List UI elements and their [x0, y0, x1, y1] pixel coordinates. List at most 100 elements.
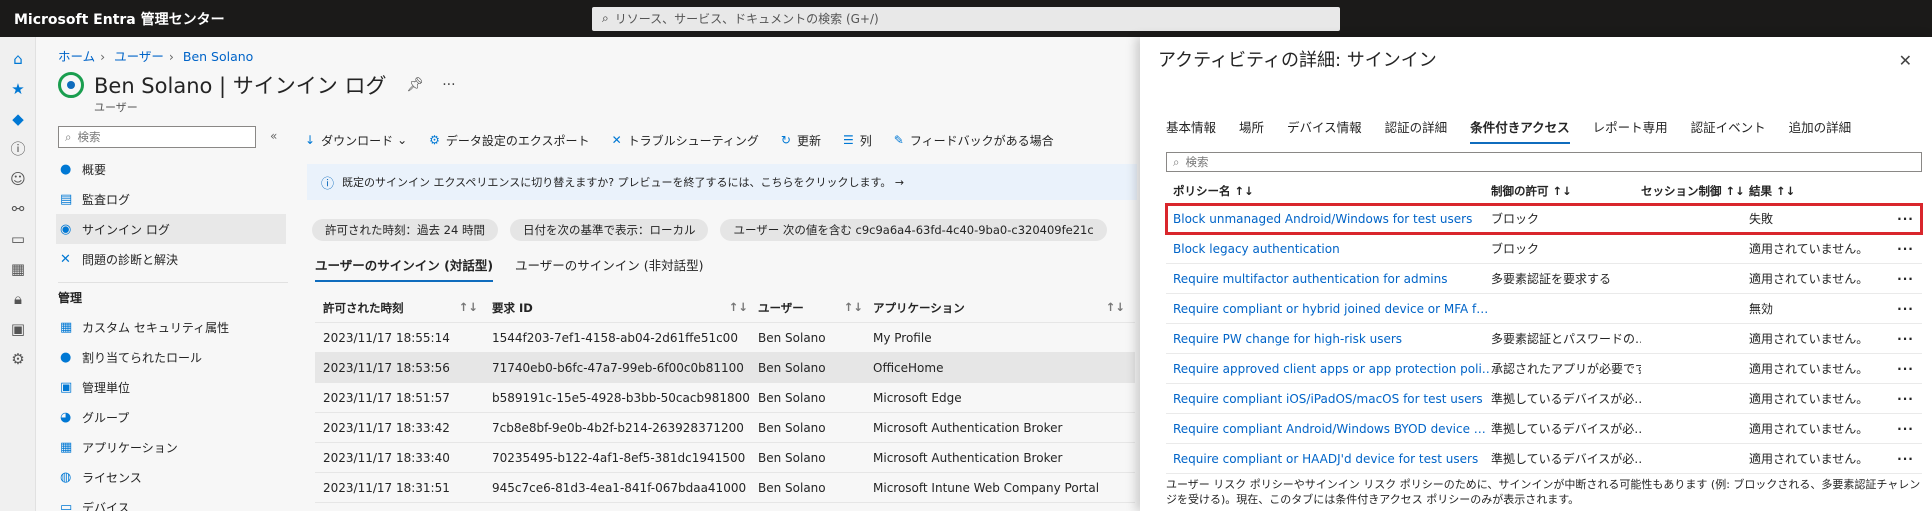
download-button[interactable]: ↓ ダウンロード ⌄: [305, 132, 407, 149]
more-icon[interactable]: ···: [1889, 392, 1922, 406]
tab-auth-events[interactable]: 認証イベント: [1691, 117, 1766, 144]
identity-icon[interactable]: ◆: [0, 111, 36, 127]
table-row[interactable]: 2023/11/17 18:51:57 b589191c-15e5-4928-b3…: [315, 383, 1135, 413]
tab-location[interactable]: 場所: [1239, 117, 1264, 144]
tab-additional-details[interactable]: 追加の詳細: [1789, 117, 1852, 144]
nav-item-label: グループ: [82, 410, 130, 425]
policy-link[interactable]: Require compliant or HAADJ'd device for …: [1166, 452, 1491, 466]
filter-time[interactable]: 許可された時刻：過去 24 時間: [312, 219, 498, 241]
favorites-icon[interactable]: ★: [0, 81, 36, 97]
more-icon[interactable]: ···: [442, 77, 455, 93]
policy-link[interactable]: Require approved client apps or app prot…: [1166, 362, 1491, 376]
nav-item-custom-attributes[interactable]: ▦ カスタム セキュリティ属性: [58, 312, 288, 342]
tab-basic-info[interactable]: 基本情報: [1166, 117, 1216, 144]
close-icon[interactable]: ✕: [1899, 51, 1912, 70]
feedback-button[interactable]: ✎ フィードバックがある場合: [894, 132, 1054, 149]
breadcrumb-home[interactable]: ホーム: [58, 49, 95, 64]
policy-link[interactable]: Require PW change for high-risk users: [1166, 332, 1491, 346]
nav-item-audit-logs[interactable]: ▤ 監査ログ: [58, 184, 288, 214]
admin-units-icon: ▣: [60, 379, 73, 395]
id-card-icon[interactable]: ▣: [0, 321, 36, 337]
columns-button[interactable]: ☰ 列: [843, 132, 872, 149]
collapse-menu-icon[interactable]: «: [270, 129, 277, 143]
more-icon[interactable]: ···: [1889, 272, 1922, 286]
nav-item-devices[interactable]: ▭ デバイス: [58, 492, 288, 511]
nav-item-overview[interactable]: ● 概要: [58, 154, 288, 184]
nav-item-diagnose[interactable]: ✕ 問題の診断と解決: [58, 244, 288, 274]
policy-search-input[interactable]: ⌕ 検索: [1166, 152, 1922, 172]
policy-row[interactable]: Require compliant iOS/iPadOS/macOS for t…: [1166, 384, 1922, 414]
tab-auth-details[interactable]: 認証の詳細: [1385, 117, 1448, 144]
nav-item-signin-logs[interactable]: ◉ サインイン ログ: [56, 214, 286, 244]
network-icon[interactable]: ⚯: [0, 201, 36, 217]
preview-info-banner[interactable]: ⓘ 既定のサインイン エクスペリエンスに切り替えますか? プレビューを終了するに…: [307, 164, 1137, 200]
policy-row-highlighted[interactable]: Block unmanaged Android/Windows for test…: [1165, 203, 1923, 235]
more-icon[interactable]: ···: [1889, 242, 1922, 256]
policy-link[interactable]: Block legacy authentication: [1166, 242, 1491, 256]
policy-link[interactable]: Block unmanaged Android/Windows for test…: [1166, 212, 1491, 226]
global-search-input[interactable]: ⌕ リソース、サービス、ドキュメントの検索 (G+/): [592, 6, 1340, 31]
column-header[interactable]: ユーザー ↑↓: [758, 300, 873, 316]
more-icon[interactable]: ···: [1889, 422, 1922, 436]
breadcrumb-users[interactable]: ユーザー: [114, 49, 164, 64]
tab-interactive[interactable]: ユーザーのサインイン (対話型): [315, 255, 494, 282]
column-header[interactable]: セッション制御 ↑↓: [1641, 183, 1749, 199]
tab-device-info[interactable]: デバイス情報: [1287, 117, 1362, 144]
devices-icon[interactable]: ▭: [0, 231, 36, 247]
filter-date-display[interactable]: 日付を次の基準で表示：ローカル: [509, 219, 709, 241]
tab-conditional-access[interactable]: 条件付きアクセス: [1470, 117, 1570, 144]
breadcrumb-user[interactable]: Ben Solano: [183, 49, 253, 64]
governance-icon[interactable]: ⚙: [0, 351, 36, 367]
policy-row[interactable]: Require compliant or hybrid joined devic…: [1166, 294, 1922, 324]
policy-row[interactable]: Require compliant or HAADJ'd device for …: [1166, 444, 1922, 474]
policy-link[interactable]: Require compliant or hybrid joined devic…: [1166, 302, 1491, 316]
menu-search-input[interactable]: ⌕ 検索: [58, 126, 256, 148]
panel-note: ユーザー リスク ポリシーやサインイン リスク ポリシーのために、サインインが中…: [1166, 478, 1921, 506]
policy-link[interactable]: Require compliant iOS/iPadOS/macOS for t…: [1166, 392, 1491, 406]
more-icon[interactable]: ···: [1889, 362, 1922, 376]
tab-report-only[interactable]: レポート専用: [1593, 117, 1668, 144]
more-icon[interactable]: ···: [1889, 212, 1922, 226]
more-icon[interactable]: ···: [1889, 452, 1922, 466]
app-title[interactable]: Microsoft Entra 管理センター: [0, 9, 592, 29]
nav-item-licenses[interactable]: ◍ ライセンス: [58, 462, 288, 492]
column-header[interactable]: アプリケーション ↑↓: [873, 300, 1135, 316]
nav-item-applications[interactable]: ▦ アプリケーション: [58, 432, 288, 462]
more-icon[interactable]: ···: [1889, 302, 1922, 316]
policy-row[interactable]: Require approved client apps or app prot…: [1166, 354, 1922, 384]
home-icon[interactable]: ⌂: [0, 51, 36, 67]
more-icon[interactable]: ···: [1889, 332, 1922, 346]
sort-icon: ↑↓: [843, 299, 863, 314]
table-row[interactable]: 2023/11/17 18:55:14 1544f203-7ef1-4158-ab…: [315, 323, 1135, 353]
policy-row[interactable]: Require PW change for high-risk users 多要素…: [1166, 324, 1922, 354]
refresh-button[interactable]: ↻ 更新: [781, 132, 821, 149]
search-icon: ⌕: [65, 129, 72, 144]
table-row[interactable]: 2023/11/17 18:33:40 70235495-b122-4af1-8e…: [315, 443, 1135, 473]
export-settings-button[interactable]: ⚙ データ設定のエクスポート: [429, 132, 589, 149]
policy-link[interactable]: Require compliant Android/Windows BYOD d…: [1166, 422, 1491, 436]
column-header[interactable]: 要求 ID ↑↓: [488, 300, 758, 316]
policy-row[interactable]: Block legacy authentication ブロック 適用されていません…: [1166, 234, 1922, 264]
policy-row[interactable]: Require compliant Android/Windows BYOD d…: [1166, 414, 1922, 444]
pin-icon[interactable]: 📌︎: [406, 77, 424, 93]
filter-user[interactable]: ユーザー 次の値を含む c9c9a6a4-63fd-4c40-9ba0-c320…: [720, 219, 1107, 241]
table-row[interactable]: 2023/11/17 18:31:51 945c7ce6-81d3-4ea1-84…: [315, 473, 1135, 503]
apps-icon[interactable]: ▦: [0, 261, 36, 277]
lock-icon[interactable]: 🔒︎: [0, 291, 36, 307]
nav-item-roles[interactable]: ● 割り当てられたロール: [58, 342, 288, 372]
info-icon[interactable]: ⓘ: [0, 141, 36, 157]
column-header[interactable]: 許可された時刻 ↑↓: [315, 300, 488, 316]
signin-logs-icon: [58, 72, 84, 98]
policy-link[interactable]: Require multifactor authentication for a…: [1166, 272, 1491, 286]
tab-non-interactive[interactable]: ユーザーのサインイン (非対話型): [515, 255, 703, 282]
table-row[interactable]: 2023/11/17 18:53:56 71740eb0-b6fc-47a7-99…: [315, 353, 1135, 383]
column-header[interactable]: 結果 ↑↓: [1749, 183, 1889, 199]
nav-item-groups[interactable]: ◕ グループ: [58, 402, 288, 432]
nav-item-admin-units[interactable]: ▣ 管理単位: [58, 372, 288, 402]
policy-row[interactable]: Require multifactor authentication for a…: [1166, 264, 1922, 294]
column-header[interactable]: ポリシー名 ↑↓: [1166, 183, 1491, 199]
troubleshoot-button[interactable]: ✕ トラブルシューティング: [612, 132, 759, 149]
table-row[interactable]: 2023/11/17 18:33:42 7cb8e8bf-9e0b-4b2f-b2…: [315, 413, 1135, 443]
user-icon[interactable]: ☺: [0, 171, 36, 187]
column-header[interactable]: 制御の許可 ↑↓: [1491, 183, 1641, 199]
